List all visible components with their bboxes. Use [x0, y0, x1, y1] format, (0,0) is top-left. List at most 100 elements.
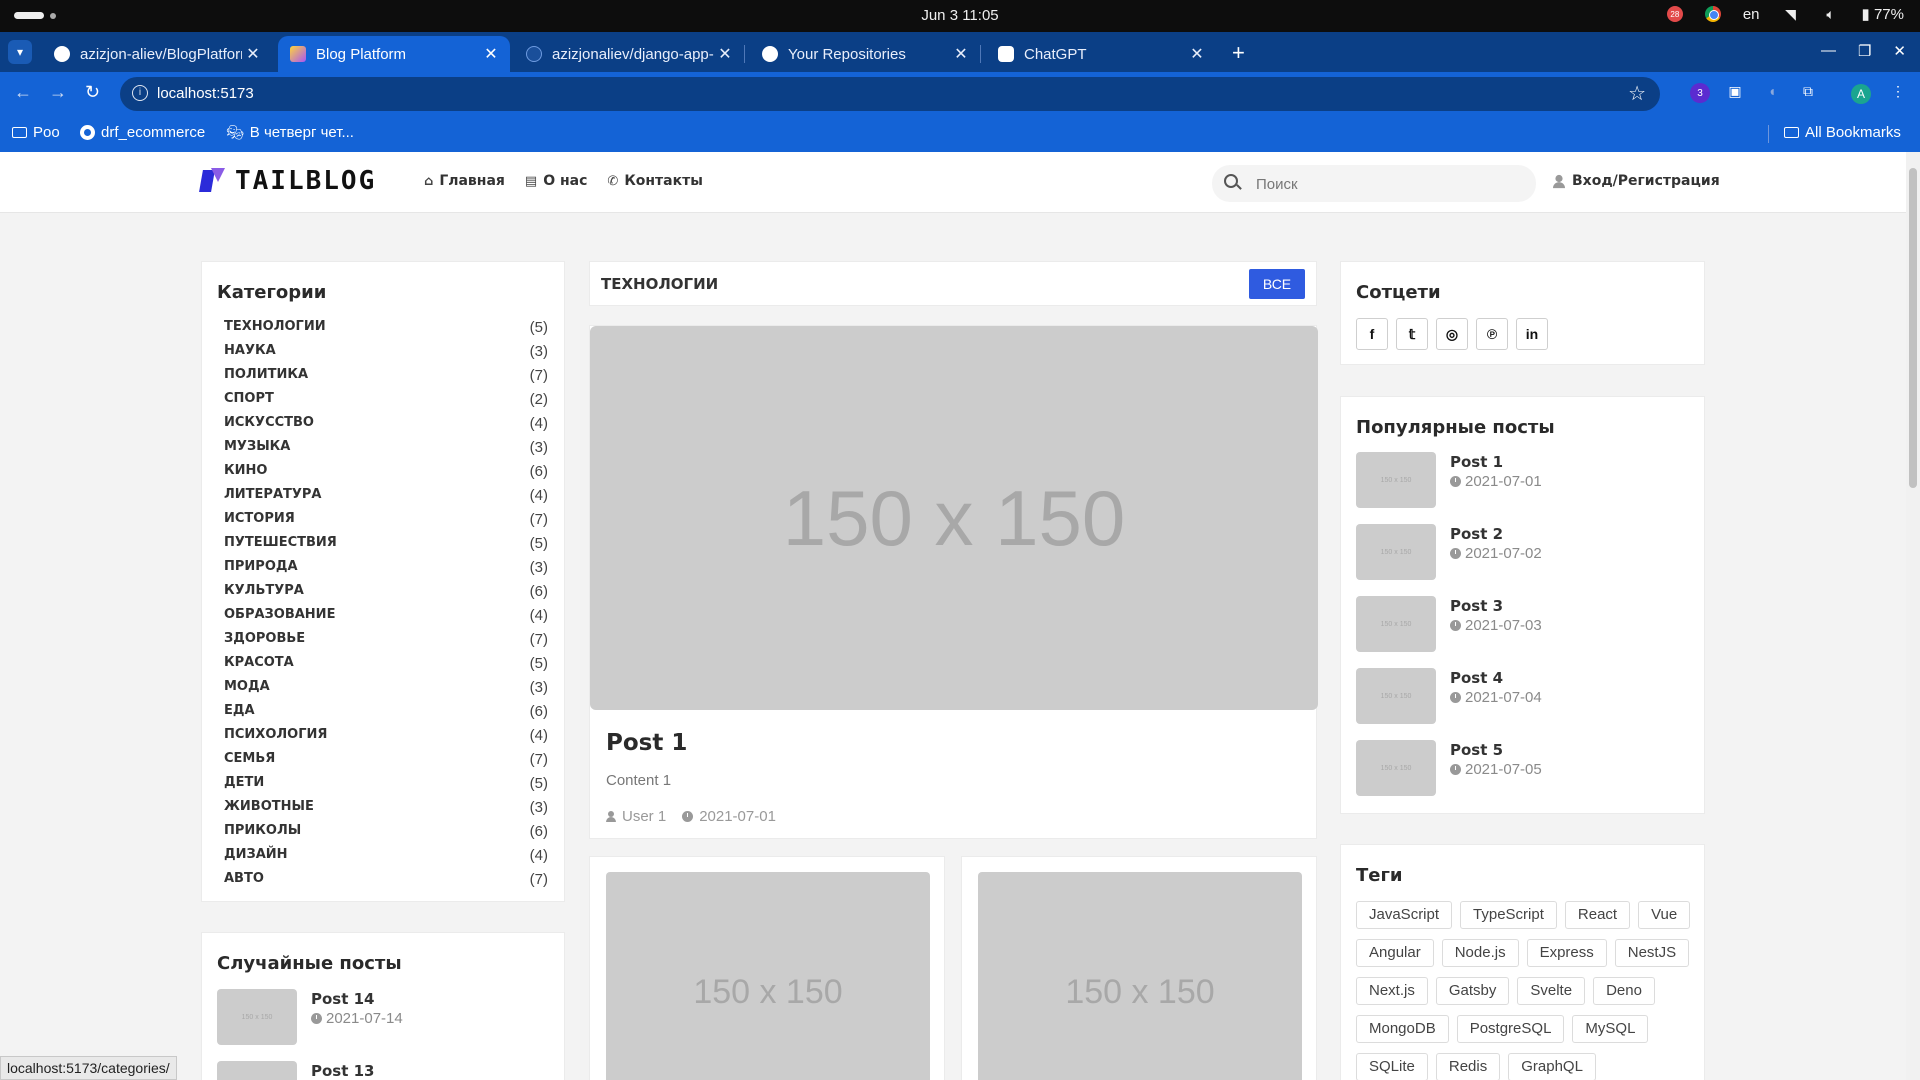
category-name[interactable]: ПСИХОЛОГИЯ [224, 727, 327, 751]
category-item[interactable]: ПОЛИТИКА (7) [224, 367, 548, 391]
tag-chip[interactable]: PostgreSQL [1456, 1015, 1565, 1043]
instagram-icon[interactable]: ◎ [1436, 318, 1468, 350]
category-item[interactable]: ПСИХОЛОГИЯ (4) [224, 727, 548, 751]
post-image[interactable]: 150 x 150 [606, 872, 930, 1080]
category-name[interactable]: МУЗЫКА [224, 439, 290, 463]
category-name[interactable]: ЕДА [224, 703, 255, 727]
category-name[interactable]: ПОЛИТИКА [224, 367, 308, 391]
random-post-item[interactable]: 150 x 150 Post 13 2021-07-13 [217, 1061, 403, 1080]
all-posts-button[interactable]: ВСЕ [1249, 269, 1305, 299]
category-name[interactable]: НАУКА [224, 343, 276, 367]
site-info-icon[interactable]: i [132, 85, 148, 101]
category-name[interactable]: ПУТЕШЕСТВИЯ [224, 535, 337, 559]
tag-chip[interactable]: Node.js [1441, 939, 1519, 967]
tag-chip[interactable]: Gatsby [1435, 977, 1510, 1005]
bookmark-item[interactable]: 🎭︎ В четверг чет... [226, 124, 354, 141]
popular-post-item[interactable]: 150 x 150 Post 4 2021-07-04 [1356, 668, 1542, 740]
category-name[interactable]: ПРИКОЛЫ [224, 823, 301, 847]
reload-icon[interactable]: ↻ [85, 82, 100, 103]
tag-chip[interactable]: SQLite [1356, 1053, 1428, 1080]
tag-chip[interactable]: JavaScript [1356, 901, 1453, 929]
tag-chip[interactable]: Vue [1638, 901, 1691, 929]
bookmark-item[interactable]: Poo [12, 124, 60, 141]
twitter-icon[interactable]: 𝕥 [1396, 318, 1428, 350]
nav-about[interactable]: ▤ О нас [525, 173, 588, 189]
address-bar[interactable]: i localhost:5173 ☆ [120, 77, 1660, 111]
category-item[interactable]: АВТО (7) [224, 871, 548, 895]
post-title[interactable]: Post 5 [1450, 741, 1542, 759]
category-item[interactable]: ИСТОРИЯ (7) [224, 511, 548, 535]
category-item[interactable]: ЖИВОТНЫЕ (3) [224, 799, 548, 823]
search-input[interactable] [1256, 173, 1516, 195]
category-item[interactable]: КРАСОТА (5) [224, 655, 548, 679]
site-logo[interactable]: TAILBLOG [201, 166, 376, 196]
volume-icon[interactable]: 🔈︎ [1822, 5, 1840, 23]
tag-chip[interactable]: React [1564, 901, 1631, 929]
category-item[interactable]: КИНО (6) [224, 463, 548, 487]
category-name[interactable]: ИСКУССТВО [224, 415, 314, 439]
forward-icon[interactable]: → [49, 82, 67, 103]
post-title[interactable]: Post 13 [311, 1062, 403, 1080]
browser-tab[interactable]: Your Repositories ✕ [750, 36, 981, 72]
browser-tab[interactable]: ChatGPT ✕ [986, 36, 1216, 72]
profile-avatar[interactable]: A [1851, 84, 1871, 104]
category-item[interactable]: СЕМЬЯ (7) [224, 751, 548, 775]
category-name[interactable]: ИСТОРИЯ [224, 511, 295, 535]
battery-indicator[interactable]: ▮ 77% [1862, 5, 1904, 23]
category-name[interactable]: КУЛЬТУРА [224, 583, 304, 607]
pinterest-icon[interactable]: ℗ [1476, 318, 1508, 350]
popular-post-item[interactable]: 150 x 150 Post 1 2021-07-01 [1356, 452, 1542, 524]
category-name[interactable]: ТЕХНОЛОГИИ [224, 319, 326, 343]
facebook-icon[interactable]: f [1356, 318, 1388, 350]
tag-chip[interactable]: MySQL [1572, 1015, 1649, 1043]
category-name[interactable]: КРАСОТА [224, 655, 294, 679]
random-post-item[interactable]: 150 x 150 Post 14 2021-07-14 [217, 989, 403, 1061]
post-image[interactable]: 150 x 150 [978, 872, 1302, 1080]
close-tab-icon[interactable]: ✕ [950, 44, 972, 64]
popular-post-item[interactable]: 150 x 150 Post 2 2021-07-02 [1356, 524, 1542, 596]
category-item[interactable]: СПОРТ (2) [224, 391, 548, 415]
category-item[interactable]: ДЕТИ (5) [224, 775, 548, 799]
extensions-puzzle-icon[interactable]: ⧉ [1798, 83, 1818, 103]
nav-contacts[interactable]: ✆ Контакты [607, 173, 702, 189]
close-tab-icon[interactable]: ✕ [480, 44, 502, 64]
close-window-icon[interactable]: ✕ [1893, 42, 1906, 60]
tag-chip[interactable]: Angular [1356, 939, 1434, 967]
post-title[interactable]: Post 1 [1450, 453, 1542, 471]
category-item[interactable]: ДИЗАЙН (4) [224, 847, 548, 871]
post-card[interactable]: 150 x 150 [589, 856, 945, 1080]
category-name[interactable]: ПРИРОДА [224, 559, 298, 583]
category-item[interactable]: МОДА (3) [224, 679, 548, 703]
bookmark-item[interactable]: drf_ecommerce [80, 124, 205, 141]
new-tab-icon[interactable]: + [1232, 40, 1245, 66]
browser-tab[interactable]: azizjonaliev/django-app-d ✕ [514, 36, 745, 72]
tag-chip[interactable]: Express [1526, 939, 1607, 967]
linkedin-icon[interactable]: in [1516, 318, 1548, 350]
category-item[interactable]: ОБРАЗОВАНИЕ (4) [224, 607, 548, 631]
category-name[interactable]: КИНО [224, 463, 267, 487]
tag-chip[interactable]: Svelte [1517, 977, 1586, 1005]
popular-post-item[interactable]: 150 x 150 Post 3 2021-07-03 [1356, 596, 1542, 668]
browser-tab-active[interactable]: Blog Platform ✕ [278, 36, 510, 72]
notification-badge-icon[interactable]: 28 [1666, 6, 1683, 22]
category-item[interactable]: ИСКУССТВО (4) [224, 415, 548, 439]
category-item[interactable]: ЗДОРОВЬЕ (7) [224, 631, 548, 655]
browser-tab[interactable]: azizjon-aliev/BlogPlatform ✕ [42, 36, 272, 72]
page-scrollbar[interactable] [1906, 152, 1920, 1080]
post-author[interactable]: User 1 [622, 808, 666, 825]
back-icon[interactable]: ← [14, 82, 32, 103]
category-name[interactable]: ДИЗАЙН [224, 847, 288, 871]
tag-chip[interactable]: Redis [1435, 1053, 1501, 1080]
category-item[interactable]: ПУТЕШЕСТВИЯ (5) [224, 535, 548, 559]
category-name[interactable]: ЛИТЕРАТУРА [224, 487, 322, 511]
wifi-icon[interactable]: ◥ [1782, 5, 1800, 23]
extension-badge-icon[interactable]: 3 [1690, 83, 1710, 103]
category-item[interactable]: ПРИКОЛЫ (6) [224, 823, 548, 847]
login-link[interactable]: Вход/Регистрация [1553, 173, 1720, 189]
category-item[interactable]: КУЛЬТУРА (6) [224, 583, 548, 607]
featured-post-image[interactable]: 150 x 150 [590, 326, 1318, 710]
tag-chip[interactable]: MongoDB [1356, 1015, 1449, 1043]
all-bookmarks[interactable]: All Bookmarks [1784, 124, 1901, 141]
post-title[interactable]: Post 2 [1450, 525, 1542, 543]
minimize-icon[interactable]: — [1821, 42, 1836, 60]
